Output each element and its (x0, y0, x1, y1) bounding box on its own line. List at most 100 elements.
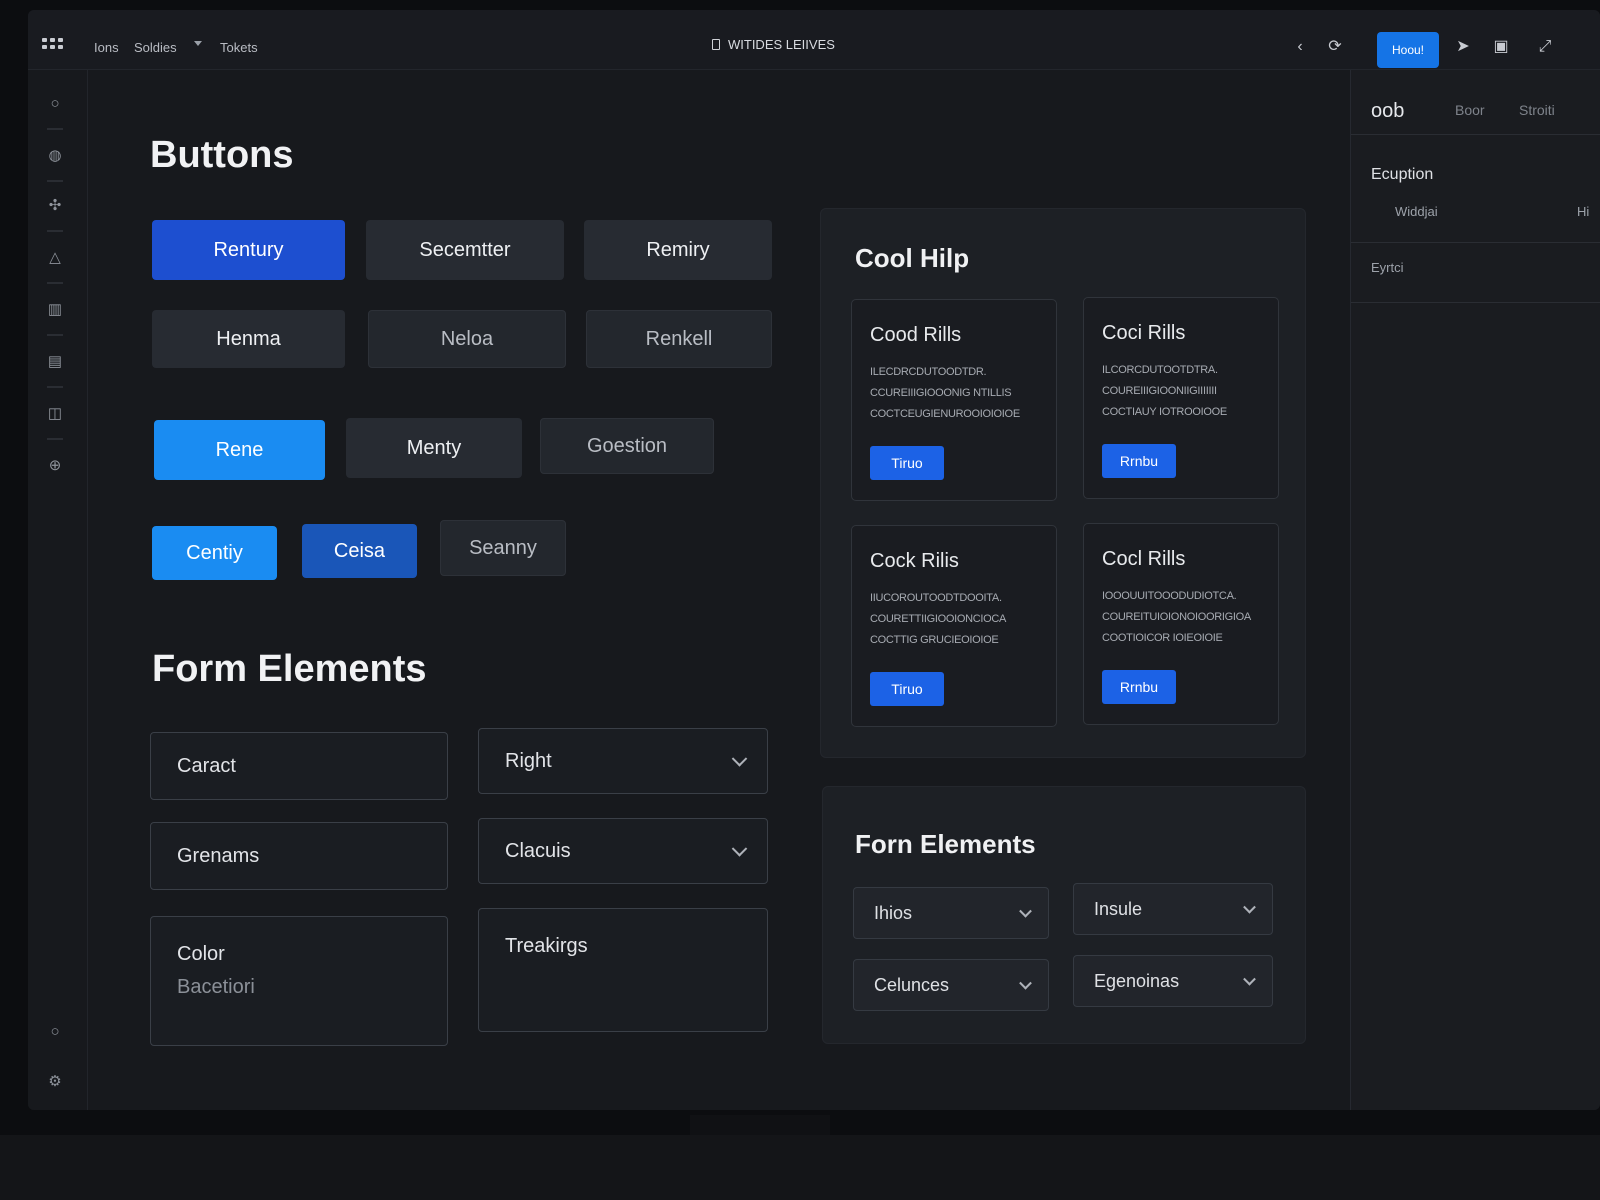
select-celunces[interactable]: Celunces (853, 959, 1049, 1011)
rail-divider (47, 230, 63, 232)
rail-divider (47, 386, 63, 388)
rail-divider (47, 438, 63, 440)
left-rail: ○ ◍ ✣ △ ▥ ▤ ◫ ⊕ ○ ⚙ (28, 70, 88, 1110)
card-title: Cock Rilis (870, 550, 959, 572)
select-insule[interactable]: Insule (1073, 883, 1273, 935)
chevron-down-icon (1019, 976, 1032, 990)
select-egenoinas[interactable]: Egenoinas (1073, 955, 1273, 1007)
card-button[interactable]: Rrnbu (1102, 444, 1176, 478)
menu-tokets[interactable]: Tokets (220, 40, 258, 55)
card-text: ILECDRCDUTOODTDR. CCUREIIIGIOOONIG NTILL… (870, 366, 1020, 420)
button-centiy[interactable]: Centiy (152, 526, 277, 580)
globe-icon[interactable]: ◍ (45, 146, 65, 166)
chevron-down-icon (1243, 972, 1256, 986)
inspector-panel: oob Boor Stroiti Ecuption Widdjai Hi Eyr… (1350, 70, 1600, 1110)
buttons-heading: Buttons (150, 134, 294, 176)
field-value: Caract (177, 754, 236, 777)
button-goestion[interactable]: Goestion (540, 418, 714, 474)
select-right[interactable]: Right (478, 728, 768, 794)
book-icon[interactable]: ◫ (45, 404, 65, 424)
form-panel-title: Forn Elements (855, 829, 1036, 859)
select-value: Clacuis (505, 839, 571, 862)
button-rentury[interactable]: Rentury (152, 220, 345, 280)
divider (1351, 242, 1600, 243)
card-title: Coci Rills (1102, 322, 1186, 344)
help-icon[interactable]: ○ (45, 1022, 65, 1042)
primary-action-button[interactable]: Hoou! (1377, 32, 1439, 68)
card: Cood Rills ILECDRCDUTOODTDR. CCUREIIIGIO… (851, 299, 1057, 501)
button-ceisa[interactable]: Ceisa (302, 524, 417, 578)
textarea-placeholder: Bacetiori (177, 976, 255, 998)
tab-stroiti[interactable]: Stroiti (1519, 102, 1555, 118)
button-seanny[interactable]: Seanny (440, 520, 566, 576)
button-secemtter[interactable]: Secemtter (366, 220, 564, 280)
layout-icon[interactable]: ▥ (45, 300, 65, 320)
textarea-value: Treakirgs (505, 935, 588, 957)
document-title-text: WITIDES LEIIVES (728, 37, 835, 52)
textarea-treakirgs[interactable]: Treakirgs (478, 908, 768, 1032)
field-value: Grenams (177, 844, 260, 867)
button-neloa[interactable]: Neloa (368, 310, 566, 368)
text-field-caract[interactable]: Caract (150, 732, 448, 800)
property-item[interactable]: Eyrtci (1371, 260, 1404, 275)
cards-panel-title: Cool Hilp (855, 243, 970, 273)
card-title: Cood Rills (870, 324, 962, 346)
save-icon[interactable]: ▣ (1490, 36, 1512, 58)
card-button[interactable]: Tiruo (870, 446, 944, 480)
expand-icon[interactable]: ⤢ (1534, 36, 1556, 58)
card-text: IOOOUUITOOODUDIOTCA. COUREITUIOIONOIOORI… (1102, 590, 1251, 644)
refresh-icon[interactable]: ⟳ (1324, 36, 1346, 58)
document-title: WITIDES LEIIVES (712, 37, 835, 52)
select-value: Ihios (874, 902, 913, 923)
select-value: Egenoinas (1094, 970, 1180, 991)
card: Cock Rilis IIUCOROUTOODTDOOITA. COURETTI… (851, 525, 1057, 727)
button-rene[interactable]: Rene (154, 420, 325, 480)
settings-icon[interactable]: ⚙ (45, 1072, 65, 1092)
card: Coci Rills ILCORCDUTOOTDTRA. COUREIIIGIO… (1083, 297, 1279, 499)
tab-boor[interactable]: Boor (1455, 102, 1485, 118)
button-henma[interactable]: Henma (152, 310, 345, 368)
button-renkell[interactable]: Renkell (586, 310, 772, 368)
cards-panel: Cool Hilp Cood Rills ILECDRCDUTOODTDR. C… (820, 208, 1306, 758)
property-label: Widdjai (1395, 204, 1438, 219)
form-panel: Forn Elements Ihios Insule Celunces Egen… (822, 786, 1306, 1044)
circle-icon[interactable]: ○ (45, 94, 65, 114)
property-value[interactable]: Hi (1577, 204, 1589, 219)
button-remiry[interactable]: Remiry (584, 220, 772, 280)
menu-ions[interactable]: Ions (94, 40, 119, 55)
rail-divider (47, 282, 63, 284)
text-field-grenams[interactable]: Grenams (150, 822, 448, 890)
plugin-icon[interactable]: ⊕ (45, 456, 65, 476)
divider (1351, 302, 1600, 303)
rail-divider (47, 334, 63, 336)
apps-grid-icon[interactable] (42, 38, 64, 50)
app-window: Ions Soldies Tokets WITIDES LEIIVES ‹ ⟳ … (28, 10, 1600, 1110)
card-text: IIUCOROUTOODTDOOITA. COURETTIIGIOOIONCIO… (870, 592, 1006, 646)
card-button[interactable]: Tiruo (870, 672, 944, 706)
tab-oob[interactable]: oob (1371, 100, 1404, 123)
chevron-down-icon (731, 841, 748, 857)
textarea-color[interactable]: Color Bacetiori (150, 916, 448, 1046)
window-icon[interactable]: ▤ (45, 352, 65, 372)
select-ihios[interactable]: Ihios (853, 887, 1049, 939)
button-menty[interactable]: Menty (346, 418, 522, 478)
shapes-icon[interactable]: △ (45, 248, 65, 268)
select-clacuis[interactable]: Clacuis (478, 818, 768, 884)
chevron-down-icon (1019, 904, 1032, 918)
textarea-value: Color (177, 943, 225, 965)
section-title: Ecuption (1371, 166, 1434, 183)
file-icon (712, 39, 720, 50)
share-icon[interactable]: ➤ (1452, 36, 1474, 58)
card-button[interactable]: Rrnbu (1102, 670, 1176, 704)
divider (1351, 134, 1600, 135)
select-value: Celunces (874, 974, 950, 995)
select-value: Right (505, 749, 552, 772)
menu-soldies[interactable]: Soldies (134, 40, 177, 55)
chevron-left-icon[interactable]: ‹ (1289, 36, 1311, 58)
chevron-down-icon[interactable] (194, 41, 202, 46)
chevron-down-icon (1243, 900, 1256, 914)
rail-divider (47, 180, 63, 182)
select-value: Insule (1094, 898, 1143, 919)
chevron-down-icon (731, 751, 748, 767)
component-icon[interactable]: ✣ (45, 196, 65, 216)
